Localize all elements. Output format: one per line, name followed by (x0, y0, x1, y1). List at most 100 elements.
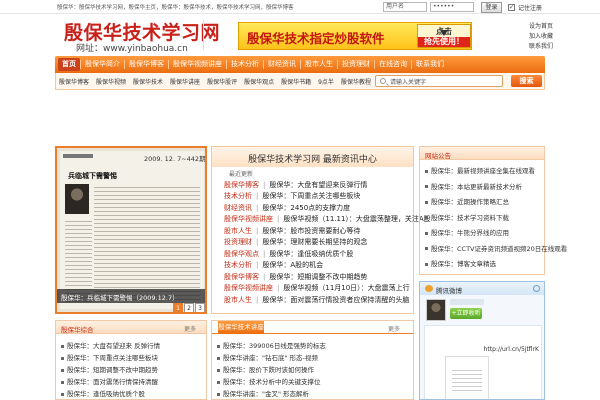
list-item-text[interactable]: 殷保华：本站更新最新技术分析 (431, 183, 522, 191)
slide-page-button[interactable]: 1 (173, 303, 183, 312)
list-item-text[interactable]: 殷保华：逢低吸纳优质个股 (67, 390, 145, 398)
news-headline[interactable]: 殷保华视频（11.11）：大盘震荡整理，关注A股 (283, 214, 430, 224)
news-row[interactable]: 殷保华观点 | 殷保华：逢低吸纳优质个股 (224, 248, 353, 259)
sub-nav-item[interactable]: 殷保华教程 (341, 77, 371, 86)
follow-button[interactable]: +立即收听 (450, 308, 482, 319)
list-item[interactable]: 殷保华：399006日线是强势的标志 (217, 340, 326, 350)
notice-item[interactable]: 殷保华：技术学习资料下载 (425, 212, 509, 222)
nav-item-consult[interactable]: 在线咨询 (375, 58, 411, 71)
slide-page-button[interactable]: 3 (195, 303, 205, 312)
list-item-text[interactable]: 殷保华讲座："钻石底" 形态-视频 (223, 354, 318, 362)
weibo-post-image[interactable] (445, 356, 489, 399)
news-headline[interactable]: 殷保华：逢低吸纳优质个股 (269, 249, 353, 259)
refresh-icon[interactable] (533, 285, 540, 292)
nav-item-life[interactable]: 股市人生 (301, 58, 337, 71)
news-headline[interactable]: 殷保华：理财需要长期坚持的观念 (262, 237, 367, 247)
list-item[interactable]: 殷保华：逢低吸纳优质个股 (61, 388, 145, 398)
list-item[interactable]: 殷保华：大盘有望迎来 反弹行情 (61, 340, 160, 350)
news-row[interactable]: 殷保华视频讲座 | 殷保华视频（11月10日）：大盘震荡上行 (224, 283, 410, 294)
news-category[interactable]: 股市人生 (224, 295, 252, 305)
news-category[interactable]: 股市人生 (224, 226, 252, 236)
news-row[interactable]: 股市人生 | 殷保华：股市投资需要耐心等待 (224, 225, 360, 236)
list-item[interactable]: 殷保华：下周重点关注哪些板块 (61, 352, 158, 362)
nav-item-video[interactable]: 殷保华视频讲座 (169, 58, 226, 71)
sub-nav-item[interactable]: 殷保华视频 (96, 77, 126, 86)
nav-item-blog[interactable]: 殷保华博客 (125, 58, 168, 71)
news-row[interactable]: 财经资讯 | 殷保华：2450点的支撑力度 (224, 202, 350, 213)
news-category[interactable]: 殷保华视频讲座 (224, 214, 273, 224)
news-headline[interactable]: 殷保华：短期调整不改中期趋势 (269, 272, 367, 282)
list-item-text[interactable]: 殷保华：399006日线是强势的标志 (223, 342, 326, 350)
notice-item[interactable]: 殷保华：CCTV证券资讯频道视频20日在线观看 (425, 243, 567, 253)
sub-nav-item[interactable]: 殷保华股评 (207, 77, 237, 86)
list-item-text[interactable]: 殷保华：技术学习资料下载 (431, 214, 509, 222)
news-row[interactable]: 技术分析 | 殷保华：下周重点关注哪些板块 (224, 191, 360, 202)
news-row[interactable]: 殷保华博客 | 殷保华：短期调整不改中期趋势 (224, 271, 367, 282)
notice-item[interactable]: 殷保华：本站更新最新技术分析 (425, 181, 522, 191)
list-item-text[interactable]: 殷保华：大盘有望迎来 反弹行情 (67, 342, 160, 350)
sub-nav-item[interactable]: 殷保华书籍 (281, 77, 311, 86)
news-category[interactable]: 殷保华观点 (224, 249, 259, 259)
news-category[interactable]: 财经资讯 (224, 203, 252, 213)
news-headline[interactable]: 殷保华：下周重点关注哪些板块 (262, 191, 360, 201)
sub-nav-item[interactable]: 殷保华观点 (244, 77, 274, 86)
remember-checkbox[interactable]: ✓ (508, 4, 515, 11)
more-link[interactable]: 更多 (184, 324, 196, 333)
nav-item-analysis[interactable]: 技术分析 (227, 58, 263, 71)
list-item[interactable]: 殷保华讲座："金叉" 形态解析 (217, 388, 309, 398)
sub-nav-item[interactable]: 殷保华博客 (59, 77, 89, 86)
notice-item[interactable]: 殷保华：近期操作策略汇总 (425, 196, 509, 206)
sub-nav-item[interactable]: 殷保华讲座 (170, 77, 200, 86)
news-category[interactable]: 殷保华视频讲座 (224, 283, 273, 293)
list-item[interactable]: 殷保华：股价下跌时该如何操作 (217, 364, 314, 374)
search-input[interactable]: 请输入关键字 (375, 75, 503, 87)
list-item[interactable]: 殷保华：短期调整不改中期趋势 (61, 364, 158, 374)
sub-nav-item[interactable]: 殷保华技术 (133, 77, 163, 86)
list-item-text[interactable]: 殷保华：短期调整不改中期趋势 (67, 366, 158, 374)
list-item[interactable]: 殷保华讲座："钻石底" 形态-视频 (217, 352, 318, 362)
news-category[interactable]: 技术分析 (224, 260, 252, 270)
list-item-text[interactable]: 殷保华：近期操作策略汇总 (431, 198, 509, 206)
banner-click-badge[interactable]: 点击 抢先使用！ (417, 24, 471, 48)
add-favorite-link[interactable]: 加入收藏 (529, 31, 553, 40)
list-item-text[interactable]: 殷保华：面对震荡行情保持清醒 (67, 378, 158, 386)
set-homepage-link[interactable]: 设为首页 (529, 21, 553, 30)
news-category[interactable]: 殷保华博客 (224, 180, 259, 190)
nav-item-news[interactable]: 财经资讯 (264, 58, 300, 71)
sub-nav-item[interactable]: 9点半 (318, 77, 334, 86)
news-row[interactable]: 技术分析 | 殷保华：A股的机会 (224, 260, 323, 271)
slide-page-button[interactable]: 2 (184, 303, 194, 312)
nav-item-finance[interactable]: 投资理财 (338, 58, 374, 71)
list-item[interactable]: 殷保华：面对震荡行情保持清醒 (61, 376, 158, 386)
nav-item-home[interactable]: 首页 (58, 58, 80, 71)
password-input[interactable]: •••••• (430, 2, 474, 12)
news-headline[interactable]: 殷保华：大盘有望迎来反弹行情 (269, 180, 367, 190)
weibo-post-link[interactable]: http://url.cn/5jtflrK (435, 346, 539, 353)
list-item-text[interactable]: 殷保华：CCTV证券资讯频道视频20日在线观看 (431, 245, 567, 253)
news-category[interactable]: 技术分析 (224, 191, 252, 201)
news-row[interactable]: 投资理财 | 殷保华：理财需要长期坚持的观念 (224, 237, 367, 248)
nav-item-intro[interactable]: 殷保华简介 (81, 58, 124, 71)
featured-slideshow[interactable]: 2009. 12. 7~442期 兵临城下需警惕 殷保华：兵临城下需警惕（200… (55, 146, 207, 314)
notice-item[interactable]: 殷保华：牛熊分界线的应用 (425, 227, 509, 237)
list-item-text[interactable]: 殷保华：牛熊分界线的应用 (431, 229, 509, 237)
list-item[interactable]: 殷保华：技术分析中的关键支撑位 (217, 376, 321, 386)
list-item-text[interactable]: 殷保华讲座："金叉" 形态解析 (223, 390, 309, 398)
notice-item[interactable]: 殷保华：博客文章精选 (425, 258, 496, 268)
news-category[interactable]: 殷保华博客 (224, 272, 259, 282)
slide-caption-bar[interactable]: 殷保华：兵临城下需警惕（2009.12.7） (57, 289, 205, 303)
tab-tech-lecture[interactable]: 殷保华技术讲座 (218, 321, 264, 334)
more-link[interactable]: 更多 (388, 324, 400, 333)
notice-item[interactable]: 殷保华：最新视频讲座全集在线观看 (425, 165, 535, 175)
avatar[interactable] (426, 299, 446, 321)
register-link[interactable]: 注册 (530, 3, 542, 12)
search-button[interactable]: 搜索 (511, 75, 542, 87)
news-headline[interactable]: 殷保华：面对震荡行情投资者应保持清醒的头脑 (262, 295, 409, 305)
username-input[interactable]: 用户名 (383, 2, 427, 12)
list-item-text[interactable]: 殷保华：最新视频讲座全集在线观看 (431, 167, 535, 175)
news-headline[interactable]: 殷保华视频（11月10日）：大盘震荡上行 (283, 283, 409, 293)
news-row[interactable]: 殷保华视频讲座 | 殷保华视频（11.11）：大盘震荡整理，关注A股 (224, 214, 431, 225)
login-button[interactable]: 登录 (481, 2, 502, 13)
news-headline[interactable]: 殷保华：股市投资需要耐心等待 (262, 226, 360, 236)
list-item-text[interactable]: 殷保华：技术分析中的关键支撑位 (223, 378, 321, 386)
